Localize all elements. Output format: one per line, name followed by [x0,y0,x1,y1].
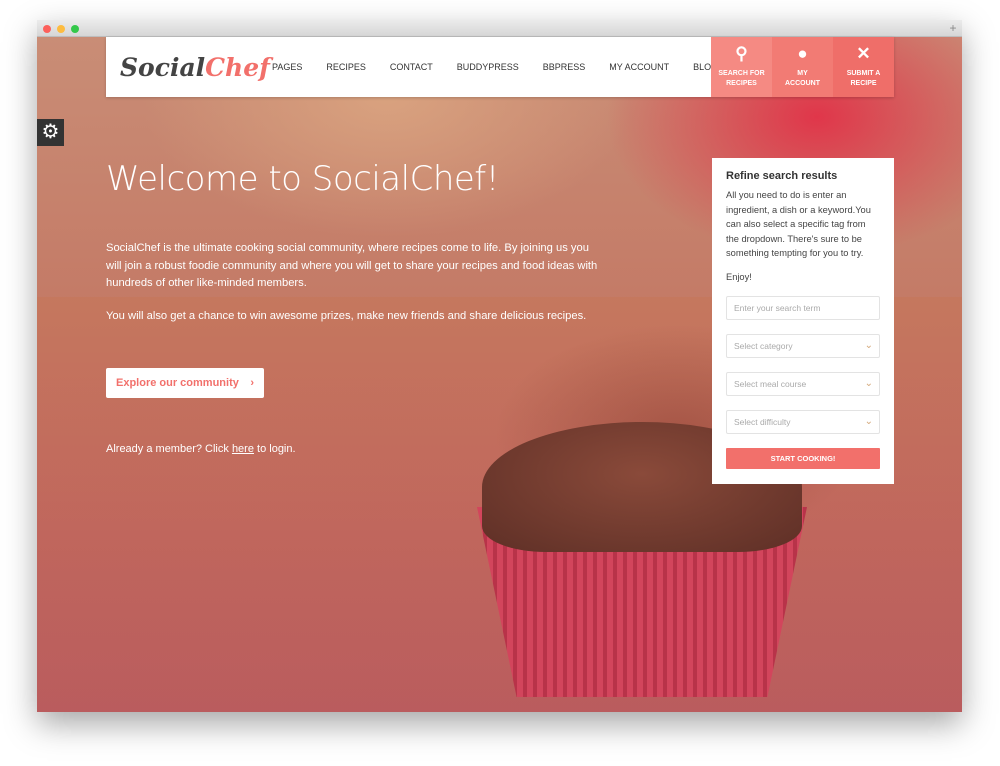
minimize-button[interactable] [57,25,65,33]
meal-course-select[interactable]: Select meal course ⌄ [726,372,880,396]
logo[interactable]: SocialChef [120,53,272,82]
panel-description: All you need to do is enter an ingredien… [726,190,871,258]
login-link[interactable]: here [232,443,254,455]
login-prompt: Already a member? Click here to login. [106,443,296,455]
search-icon: ⚲ [735,44,748,63]
new-tab-icon[interactable]: + [946,21,960,35]
browser-window: + ⚙ SocialChef PAGES RECIPES CONTACT BUD… [37,20,962,712]
label-line1: MY [797,70,808,77]
fork-knife-icon: ✕ [856,44,871,63]
menu-buddypress[interactable]: BUDDYPRESS [457,62,519,72]
start-cooking-button[interactable]: START COOKING! [726,448,880,469]
menu-contact[interactable]: CONTACT [390,62,433,72]
logo-text-chef: Chef [205,52,270,82]
label-line2: RECIPE [850,80,877,87]
select-label: Select category [734,341,793,351]
chevron-down-icon: ⌄ [864,378,873,389]
category-select[interactable]: Select category ⌄ [726,334,880,358]
submit-recipe-button[interactable]: ✕ SUBMIT A RECIPE [833,37,894,97]
chevron-right-icon: › [250,377,254,389]
search-recipes-button[interactable]: ⚲ SEARCH FOR RECIPES [711,37,772,97]
maximize-button[interactable] [71,25,79,33]
logo-text-social: Social [120,52,206,82]
search-input[interactable]: Enter your search term [726,296,880,320]
gear-icon[interactable]: ⚙ [37,119,64,146]
menu-pages[interactable]: PAGES [272,62,302,72]
close-button[interactable] [43,25,51,33]
hero-title: Welcome to SocialChef! [106,159,499,199]
menu-bbpress[interactable]: BBPRESS [543,62,586,72]
panel-title: Refine search results [726,170,838,182]
menu-recipes[interactable]: RECIPES [326,62,366,72]
label-line2: RECIPES [726,80,757,87]
menu-my-account[interactable]: MY ACCOUNT [609,62,669,72]
hero-intro: SocialChef is the ultimate cooking socia… [106,242,598,289]
hero-prizes: You will also get a chance to win awesom… [106,310,587,322]
difficulty-select[interactable]: Select difficulty ⌄ [726,410,880,434]
label-line1: SUBMIT A [846,70,881,77]
select-label: Select meal course [734,379,807,389]
chevron-down-icon: ⌄ [864,340,873,351]
explore-community-button[interactable]: Explore our community › [106,368,264,398]
select-label: Select difficulty [734,417,791,427]
panel-enjoy: Enjoy! [726,271,752,282]
my-account-button[interactable]: ● MY ACCOUNT [772,37,833,97]
search-panel: Refine search results All you need to do… [712,158,894,484]
chevron-down-icon: ⌄ [864,416,873,427]
label-line2: ACCOUNT [785,80,820,87]
label-line1: SEARCH FOR [718,70,765,77]
login-text: Already a member? Click [106,443,232,455]
hero-background: ⚙ SocialChef PAGES RECIPES CONTACT BUDDY… [37,37,962,712]
menu: PAGES RECIPES CONTACT BUDDYPRESS BBPRESS… [272,62,742,72]
main-navigation: SocialChef PAGES RECIPES CONTACT BUDDYPR… [106,37,894,97]
login-text-end: to login. [253,443,296,455]
explore-label: Explore our community [116,377,239,389]
user-icon: ● [797,44,808,63]
title-bar: + [37,20,962,37]
